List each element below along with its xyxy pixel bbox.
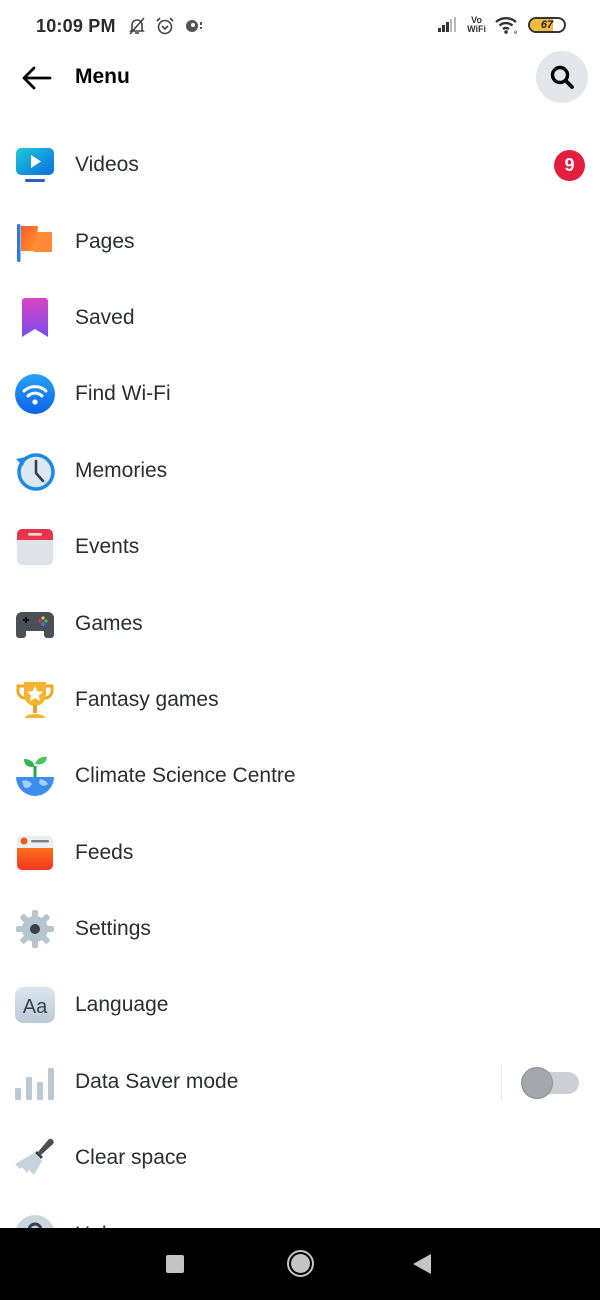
wifi-icon: e — [495, 17, 518, 35]
status-time: 10:09 PM — [36, 16, 116, 36]
menu-item-label: Events — [75, 535, 140, 559]
notifications-off-icon — [129, 17, 145, 35]
menu-item-pages[interactable]: Pages — [0, 203, 600, 279]
system-nav-bar — [0, 1228, 600, 1300]
notification-badge: 9 — [554, 149, 585, 181]
status-right-icons: Vo WiFi e 67 — [437, 15, 566, 35]
menu-item-feeds[interactable]: Feeds — [0, 815, 600, 891]
menu-item-find-wifi[interactable]: Find Wi-Fi — [0, 356, 600, 432]
events-calendar-icon — [14, 526, 56, 568]
data-saver-toggle[interactable] — [521, 1066, 579, 1099]
wifi-icon — [14, 373, 56, 415]
menu-item-videos[interactable]: Videos 9 — [0, 127, 600, 203]
arrow-left-icon — [22, 66, 52, 90]
menu-item-label: Memories — [75, 458, 168, 482]
status-bar: 10:09 PM Vo WiFi e 67 — [0, 0, 600, 54]
menu-item-label: Games — [75, 611, 143, 635]
menu-item-fantasy-games[interactable]: Fantasy games — [0, 662, 600, 738]
back-button[interactable] — [20, 62, 54, 94]
search-icon — [550, 65, 574, 89]
signal-icon — [438, 17, 457, 32]
globe-sprout-icon — [14, 755, 56, 797]
header: Menu — [0, 50, 600, 106]
menu-item-label: Data Saver mode — [75, 1069, 239, 1093]
menu-item-settings[interactable]: Settings — [0, 891, 600, 967]
menu-item-label: Find Wi-Fi — [75, 382, 171, 406]
battery-icon: 67 — [528, 17, 566, 33]
menu-item-label: Fantasy games — [75, 687, 219, 711]
system-back-button[interactable] — [413, 1254, 431, 1274]
pages-flag-icon — [14, 221, 56, 263]
menu-item-language[interactable]: Aa Language — [0, 967, 600, 1043]
gamepad-icon — [14, 603, 56, 645]
broom-icon — [14, 1137, 56, 1179]
battery-level: 67 — [540, 19, 554, 31]
menu-item-label: Feeds — [75, 840, 134, 864]
menu-item-climate-science-centre[interactable]: Climate Science Centre — [0, 738, 600, 814]
vowifi-line2: WiFi — [467, 24, 486, 34]
data-bars-icon — [14, 1061, 56, 1103]
toggle-knob — [521, 1066, 553, 1099]
menu-item-saved[interactable]: Saved — [0, 280, 600, 356]
menu-item-label: Pages — [75, 229, 135, 253]
home-icon — [291, 1254, 310, 1273]
vowifi-icon: Vo WiFi — [467, 16, 486, 34]
feeds-icon — [14, 832, 56, 874]
menu-item-clear-space[interactable]: Clear space — [0, 1120, 600, 1196]
menu-item-events[interactable]: Events — [0, 509, 600, 585]
saved-bookmark-icon — [14, 297, 56, 339]
search-button[interactable] — [536, 51, 588, 103]
home-button[interactable] — [287, 1250, 314, 1277]
menu-item-label: Settings — [75, 917, 151, 941]
toggle-divider — [501, 1063, 502, 1100]
menu-item-games[interactable]: Games — [0, 585, 600, 661]
language-icon: Aa — [14, 984, 56, 1026]
trophy-icon — [14, 679, 56, 721]
svg-text:Aa: Aa — [23, 996, 48, 1018]
menu-item-memories[interactable]: Memories — [0, 433, 600, 509]
svg-text:e: e — [514, 30, 518, 35]
menu-item-label: Climate Science Centre — [75, 764, 296, 788]
menu-item-label: Videos — [75, 153, 139, 177]
menu-list: Videos 9 Pages Saved Find Wi-Fi Memories… — [0, 127, 600, 1273]
app-notification-icon — [186, 20, 202, 32]
menu-item-label: Clear space — [75, 1146, 188, 1170]
recent-apps-button[interactable] — [166, 1255, 184, 1273]
alarm-icon — [156, 17, 174, 35]
gear-icon — [14, 908, 56, 950]
videos-icon — [14, 144, 56, 186]
page-title: Menu — [75, 65, 130, 88]
menu-item-label: Language — [75, 993, 169, 1017]
menu-item-data-saver-mode[interactable]: Data Saver mode — [0, 1044, 600, 1120]
memories-clock-icon — [14, 450, 56, 492]
status-left-icons — [127, 16, 203, 36]
menu-item-label: Saved — [75, 305, 135, 329]
